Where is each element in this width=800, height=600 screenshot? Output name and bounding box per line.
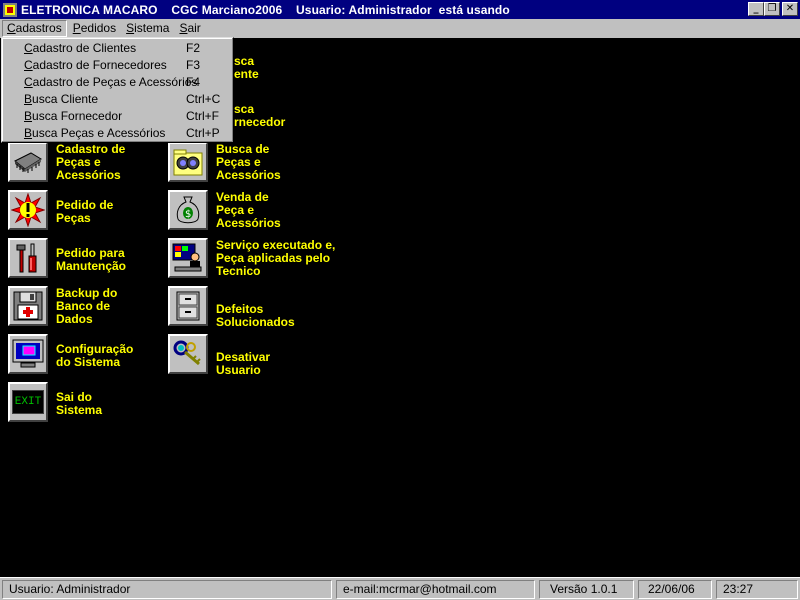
menu-item-label: Cadastro de Peças e Acessórios <box>24 75 198 89</box>
minimize-button[interactable]: _ <box>748 2 764 16</box>
menu-item-busca-fornecedor[interactable]: Busca Fornecedor Ctrl+F <box>2 108 233 125</box>
tile-label-servico-executado[interactable]: Serviço executado e, Peça aplicadas pelo… <box>216 239 335 278</box>
menu-item-cadastro-pecas[interactable]: Cadastro de Peças e Acessórios F4 <box>2 74 233 91</box>
floppy-icon <box>13 291 43 321</box>
defeitos-solucionados-button[interactable] <box>168 286 208 326</box>
tile-label-venda-peca[interactable]: Venda de Peça e Acessórios <box>216 191 281 230</box>
menu-item-label: Cadastro de Fornecedores <box>24 58 167 72</box>
window-title: ELETRONICA MACARO CGC Marciano2006 Usuar… <box>21 2 510 17</box>
menu-item-label: Busca Fornecedor <box>24 109 123 123</box>
tile-label-cadastro-pecas[interactable]: Cadastro de Peças e Acessórios <box>56 143 125 182</box>
menu-item-cadastro-fornecedores[interactable]: Cadastro de Fornecedores F3 <box>2 57 233 74</box>
menu-sistema-label: Sistema <box>126 21 170 35</box>
tile-label-desativar-usuario[interactable]: Desativar Usuario <box>216 351 270 377</box>
tile-label-sair[interactable]: Sai do Sistema <box>56 391 102 417</box>
busca-pecas-button[interactable] <box>168 142 208 182</box>
title-bar: ELETRONICA MACARO CGC Marciano2006 Usuar… <box>0 0 800 19</box>
desativar-usuario-button[interactable] <box>168 334 208 374</box>
exit-icon-text: EXIT <box>14 396 42 408</box>
keys-icon <box>173 340 201 366</box>
tile-label-pedido-manutencao[interactable]: Pedido para Manutenção <box>56 247 126 273</box>
restore-button[interactable]: ❐ <box>764 2 780 16</box>
menu-item-cadastro-clientes[interactable]: Cadastro de Clientes F2 <box>2 40 233 57</box>
status-bar: Usuario: Administrador e-mail:mcrmar@hot… <box>0 577 800 600</box>
backup-button[interactable] <box>8 286 48 326</box>
menu-item-shortcut: Ctrl+F <box>186 109 219 123</box>
menu-item-label: Busca Peças e Acessórios <box>24 126 166 140</box>
menu-item-shortcut: F2 <box>186 41 201 55</box>
status-time: 23:27 <box>716 580 798 599</box>
menu-pedidos[interactable]: Pedidos <box>69 20 120 37</box>
monitor-icon <box>12 339 44 368</box>
svg-text:$: $ <box>185 209 191 220</box>
tile-label-configuracao[interactable]: Configuração do Sistema <box>56 343 133 369</box>
window-controls: _ ❐ ✕ <box>748 2 798 16</box>
venda-peca-button[interactable]: $ <box>168 190 208 230</box>
tools-icon <box>16 243 37 273</box>
sair-button[interactable]: EXIT <box>8 382 48 422</box>
menu-item-busca-pecas[interactable]: Busca Peças e Acessórios Ctrl+P <box>2 125 233 142</box>
menu-item-shortcut: Ctrl+P <box>186 126 220 140</box>
app-icon[interactable] <box>2 2 18 18</box>
menu-pedidos-label: Pedidos <box>72 21 117 35</box>
status-email: e-mail:mcrmar@hotmail.com <box>336 580 535 599</box>
binoculars-folder-icon <box>173 149 203 176</box>
status-user: Usuario: Administrador <box>2 580 332 599</box>
status-version: Versão 1.0.1 <box>539 580 634 599</box>
configuracao-button[interactable] <box>8 334 48 374</box>
tile-label-backup[interactable]: Backup do Banco de Dados <box>56 287 117 326</box>
menu-item-busca-cliente[interactable]: Busca Cliente Ctrl+C <box>2 91 233 108</box>
chip-icon <box>14 152 42 173</box>
alert-icon <box>11 193 45 227</box>
menu-cadastros-label: Cadastros <box>7 21 62 35</box>
menu-bar: Cadastros Pedidos Sistema Sair <box>0 19 800 38</box>
pedido-pecas-button[interactable] <box>8 190 48 230</box>
tile-label-busca-fornecedor[interactable]: sca rnecedor <box>234 103 285 129</box>
cadastro-pecas-button[interactable] <box>8 142 48 182</box>
menu-item-label: Cadastro de Clientes <box>24 41 137 55</box>
menu-sair-label: Sair <box>179 21 201 35</box>
menu-sistema[interactable]: Sistema <box>122 20 173 37</box>
cabinet-icon <box>176 291 200 321</box>
tile-label-busca-pecas[interactable]: Busca de Peças e Acessórios <box>216 143 281 182</box>
tile-label-defeitos[interactable]: Defeitos Solucionados <box>216 303 295 329</box>
menu-cadastros[interactable]: Cadastros <box>2 20 67 37</box>
servico-executado-button[interactable] <box>168 238 208 278</box>
pedido-manutencao-button[interactable] <box>8 238 48 278</box>
close-button[interactable]: ✕ <box>782 2 798 16</box>
status-date: 22/06/06 <box>638 580 712 599</box>
tile-label-busca-cliente[interactable]: sca ente <box>234 55 259 81</box>
menu-item-label: Busca Cliente <box>24 92 99 106</box>
technician-icon <box>172 243 202 272</box>
exit-icon: EXIT <box>12 390 44 414</box>
menu-item-shortcut: F4 <box>186 75 201 89</box>
tile-label-pedido-pecas[interactable]: Pedido de Peças <box>56 199 113 225</box>
menu-sair[interactable]: Sair <box>175 20 204 37</box>
cadastros-dropdown: Cadastro de Clientes F2 Cadastro de Forn… <box>1 37 234 143</box>
menu-item-shortcut: F3 <box>186 58 201 72</box>
menu-item-shortcut: Ctrl+C <box>186 92 221 106</box>
money-bag-icon: $ <box>176 196 200 224</box>
